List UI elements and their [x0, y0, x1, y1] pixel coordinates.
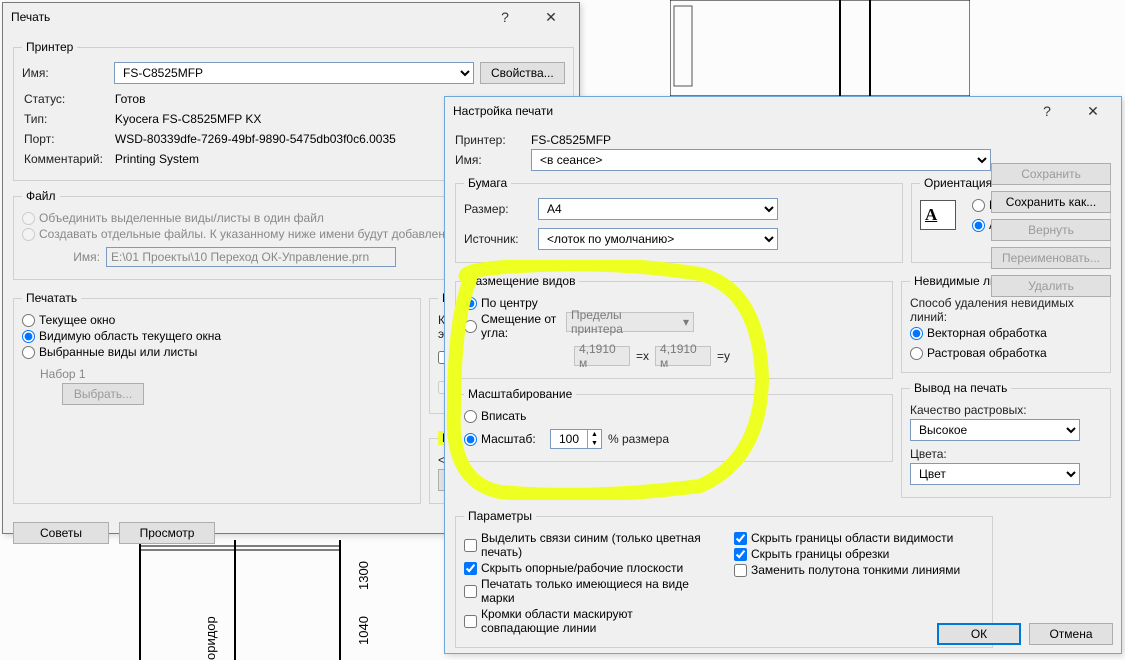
set-name-label: Набор 1 [40, 367, 86, 381]
y-equals: =y [717, 349, 730, 363]
print-range-group: Печатать Текущее окно Видимую область те… [13, 291, 421, 504]
offset-y-input: 4,1910 м [655, 346, 711, 366]
preview-button[interactable]: Просмотр [119, 522, 215, 544]
setup-printer-value: FS-C8525MFP [531, 133, 611, 147]
printer-name-select[interactable]: FS-C8525MFP [114, 62, 474, 84]
file-name-input [106, 247, 396, 267]
paper-group: Бумага Размер: A4 Источник: <лоток по ум… [455, 176, 903, 263]
setup-ok-button[interactable]: ОК [937, 623, 1021, 645]
paper-size-select[interactable]: A4 [538, 198, 778, 220]
setup-dialog-titlebar: Настройка печати ? ✕ [445, 97, 1121, 125]
setup-cancel-button[interactable]: Отмена [1029, 623, 1113, 645]
orientation-group-label: Ориентация [920, 176, 996, 190]
choose-set-button: Выбрать... [62, 383, 144, 405]
type-value: Kyocera FS-C8525MFP KX [115, 110, 406, 128]
close-icon[interactable]: ✕ [1073, 97, 1113, 125]
paper-size-label: Размер: [464, 202, 532, 216]
scaling-group-label: Масштабирование [464, 387, 576, 401]
scale-percent-radio[interactable]: Масштаб: [464, 432, 544, 446]
setup-dialog-title: Настройка печати [453, 104, 1021, 118]
print-dialog-titlebar: Печать ? ✕ [3, 3, 579, 31]
port-label: Порт: [24, 130, 113, 148]
output-group-label: Вывод на печать [910, 381, 1011, 395]
opt-blue-links-checkbox[interactable]: Выделить связи синим (только цветная печ… [464, 531, 714, 559]
printer-group-label: Принтер [22, 40, 77, 54]
save-as-button[interactable]: Сохранить как... [991, 191, 1111, 213]
options-group-label: Параметры [464, 509, 536, 523]
opt-hide-crop-checkbox[interactable]: Скрыть границы обрезки [734, 547, 889, 561]
hidden-vector-radio[interactable]: Векторная обработка [910, 326, 1047, 340]
options-group: Параметры Выделить связи синим (только ц… [455, 509, 993, 648]
paper-source-select[interactable]: <лоток по умолчанию> [538, 228, 778, 250]
range-current-window-radio[interactable]: Текущее окно [22, 313, 115, 327]
paper-source-label: Источник: [464, 232, 532, 246]
colors-label: Цвета: [910, 447, 947, 461]
dim-label: 1300 [356, 561, 371, 590]
placement-center-radio[interactable]: По центру [464, 296, 538, 310]
print-dialog-title: Печать [11, 10, 479, 24]
port-value: WSD-80339dfe-7269-49bf-9890-5475db03f0c6… [115, 130, 406, 148]
revert-button: Вернуть [991, 219, 1111, 241]
hidden-raster-radio[interactable]: Растровая обработка [910, 346, 1047, 360]
setup-printer-label: Принтер: [455, 133, 525, 147]
corridor-label: оридор [203, 616, 218, 660]
opt-halftone-checkbox[interactable]: Заменить полутона тонкими линиями [734, 563, 960, 577]
tips-button[interactable]: Советы [13, 522, 109, 544]
raster-quality-label: Качество растровых: [910, 403, 1027, 417]
spinner-down-icon[interactable]: ▼ [588, 439, 601, 448]
file-group-label: Файл [22, 189, 60, 203]
opt-only-tags-checkbox[interactable]: Печатать только имеющиеся на виде марки [464, 577, 714, 605]
help-icon[interactable]: ? [1027, 97, 1067, 125]
setup-name-label: Имя: [455, 153, 525, 167]
setup-name-select[interactable]: <в сеансе> [531, 149, 991, 171]
paper-group-label: Бумага [464, 176, 511, 190]
opt-mask-edges-checkbox[interactable]: Кромки области маскируют совпадающие лин… [464, 607, 714, 635]
scale-fit-radio[interactable]: Вписать [464, 409, 526, 423]
close-icon[interactable]: ✕ [531, 3, 571, 31]
range-selected-radio[interactable]: Выбранные виды или листы [22, 345, 197, 359]
rename-button: Переименовать... [991, 247, 1111, 269]
offset-limits-select: Пределы принтера ▾ [566, 312, 694, 332]
delete-button: Удалить [991, 275, 1111, 297]
range-visible-area-radio[interactable]: Видимую область текущего окна [22, 329, 221, 343]
hidden-method-label: Способ удаления невидимых линий: [910, 296, 1102, 324]
output-group: Вывод на печать Качество растровых: Высо… [901, 381, 1111, 498]
opt-hide-refplanes-checkbox[interactable]: Скрыть опорные/рабочие плоскости [464, 561, 683, 575]
file-separate-radio: Создавать отдельные файлы. К указанному … [22, 227, 445, 241]
print-setup-dialog: Настройка печати ? ✕ Принтер: FS-C8525MF… [444, 96, 1122, 654]
scale-suffix: % размера [608, 432, 669, 446]
paper-orientation-icon [920, 200, 956, 230]
file-name-label: Имя: [22, 250, 100, 264]
type-label: Тип: [24, 110, 113, 128]
print-range-label: Печатать [22, 291, 81, 305]
dim-label: 1040 [356, 616, 371, 645]
placement-group-label: Размещение видов [464, 274, 579, 288]
raster-quality-select[interactable]: Высокое [910, 419, 1080, 441]
printer-name-label: Имя: [22, 66, 108, 80]
printer-properties-button[interactable]: Свойства... [480, 62, 565, 84]
opt-hide-scope-checkbox[interactable]: Скрыть границы области видимости [734, 531, 953, 545]
comment-value: Printing System [115, 150, 406, 168]
scaling-group: Масштабирование Вписать Масштаб: ▲▼ % ра… [455, 387, 893, 462]
offset-x-input: 4,1910 м [574, 346, 630, 366]
placement-offset-radio[interactable]: Смещение от угла: [464, 312, 560, 340]
save-button: Сохранить [991, 163, 1111, 185]
status-label: Статус: [24, 90, 113, 108]
status-value: Готов [115, 90, 406, 108]
spinner-up-icon[interactable]: ▲ [588, 430, 601, 439]
colors-select[interactable]: Цвет [910, 463, 1080, 485]
scale-percent-input[interactable]: ▲▼ [550, 429, 602, 449]
help-icon[interactable]: ? [485, 3, 525, 31]
placement-group: Размещение видов По центру Смещение от у… [455, 274, 893, 379]
x-equals: =x [636, 349, 649, 363]
comment-label: Комментарий: [24, 150, 113, 168]
file-combine-radio: Объединить выделенные виды/листы в один … [22, 211, 324, 225]
